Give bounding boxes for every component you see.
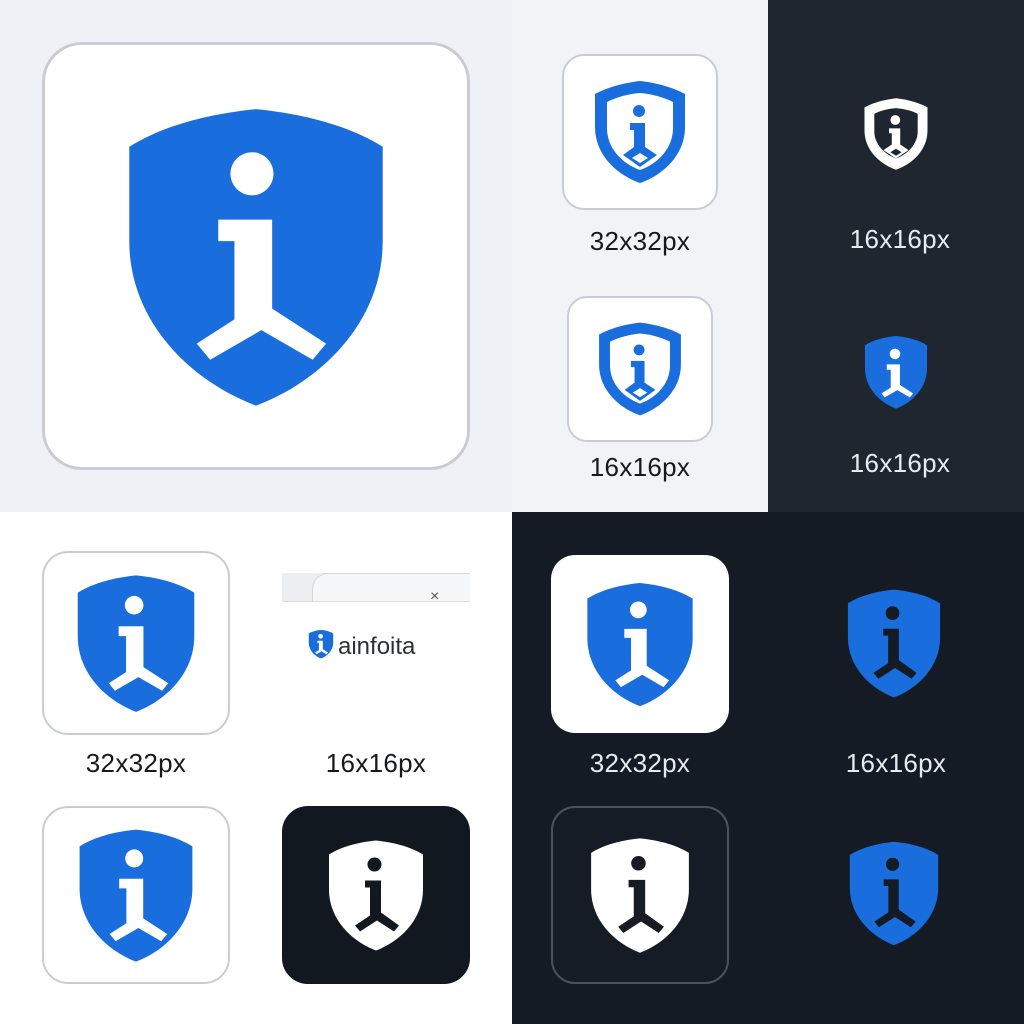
icon-16-blue-filled — [860, 332, 932, 412]
shield-info-icon — [129, 109, 383, 406]
panel-small-dark — [768, 0, 1024, 512]
shield-info-outline-icon — [595, 81, 685, 183]
shield-info-icon — [308, 629, 334, 659]
browser-tab-preview: × ainfoita — [282, 573, 470, 715]
shield-info-icon — [587, 582, 693, 707]
shield-info-outline-icon — [864, 98, 928, 170]
close-icon[interactable]: × — [430, 589, 439, 605]
shield-info-outline-icon — [599, 322, 681, 416]
icon-tile-dark-white — [282, 806, 470, 984]
icon-tile-32-light-filled — [42, 551, 230, 735]
size-label: 32x32px — [589, 226, 691, 256]
size-label: 16x16px — [849, 224, 951, 254]
size-label: 16x16px — [589, 452, 691, 482]
large-icon-tile — [42, 42, 470, 470]
icon-blue-dark-glyph — [846, 836, 942, 950]
icon-tile-32-white — [551, 555, 729, 733]
shield-info-icon — [329, 840, 423, 951]
size-label: 32x32px — [85, 748, 187, 778]
icon-tile-dark-outline — [551, 806, 729, 984]
shield-info-icon — [864, 336, 928, 409]
tab-title: ainfoita — [338, 633, 416, 660]
icon-16-blue-dark-glyph — [842, 584, 946, 702]
shield-info-icon — [591, 838, 689, 953]
icon-tile-light-filled — [42, 806, 230, 984]
shield-info-icon — [847, 589, 941, 698]
icon-16-white-outline — [856, 92, 936, 176]
shield-info-icon — [79, 829, 193, 962]
size-label: 16x16px — [849, 448, 951, 478]
shield-info-icon — [77, 575, 195, 712]
size-label: 16x16px — [325, 748, 427, 778]
shield-info-icon — [849, 841, 939, 946]
size-label: 32x32px — [589, 748, 691, 778]
icon-tile-32-light — [562, 54, 718, 210]
icon-tile-16-light — [567, 296, 713, 442]
size-label: 16x16px — [845, 748, 947, 778]
